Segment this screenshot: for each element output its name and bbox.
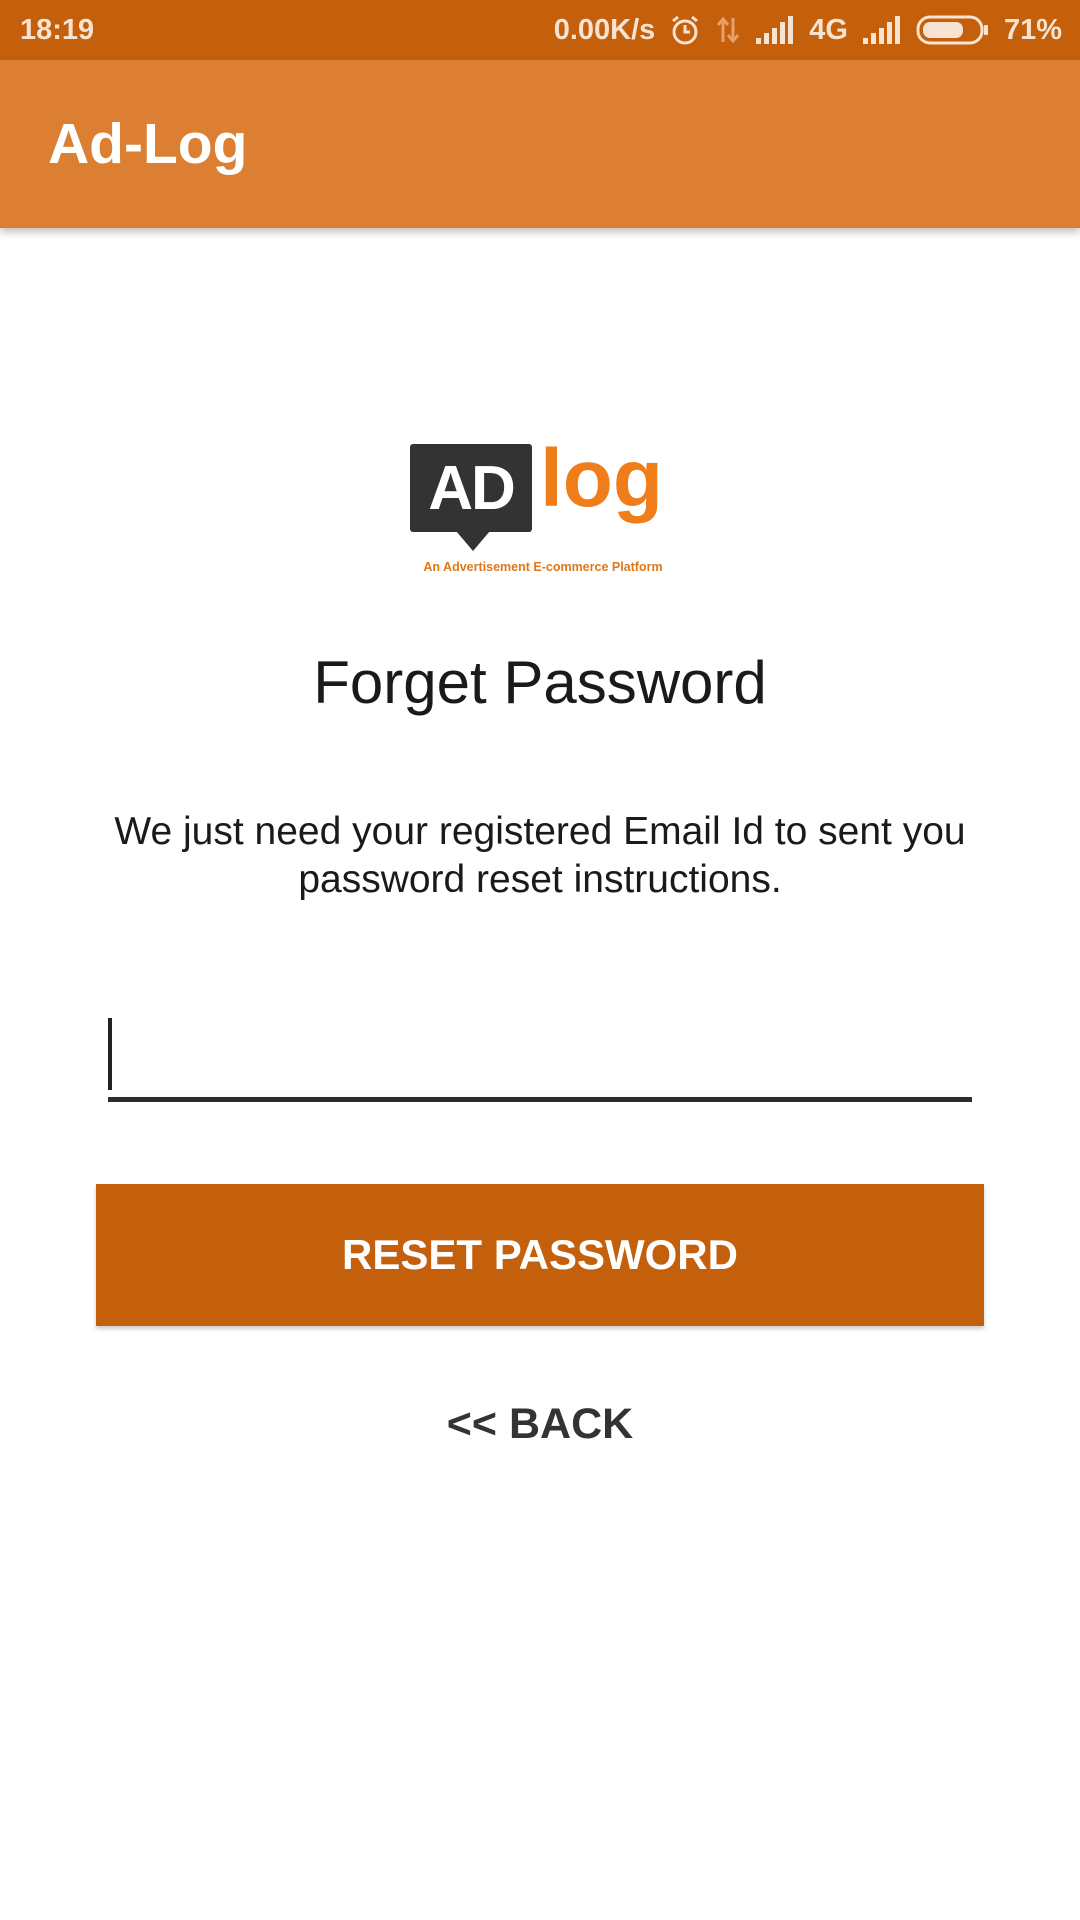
back-button[interactable]: << BACK (0, 1400, 1080, 1449)
status-icons: 0.00K/s 4G 71% (554, 14, 1062, 47)
logo-brand-text: log (540, 433, 663, 524)
app-bar: Ad-Log (0, 60, 1080, 228)
battery-icon (916, 15, 990, 45)
page-title: Forget Password (313, 649, 767, 716)
instructions-text: We just need your registered Email Id to… (114, 810, 966, 901)
email-field[interactable] (108, 1010, 972, 1102)
status-time: 18:19 (20, 13, 95, 46)
adlog-logo: AD log An Advertisement E-commerce Platf… (408, 433, 678, 580)
text-cursor (108, 1018, 112, 1090)
logo-tagline: An Advertisement E-commerce Platform (423, 560, 663, 574)
network-type: 4G (809, 13, 848, 46)
reset-password-button[interactable]: RESET PASSWORD (96, 1184, 984, 1326)
data-transfer-icon (715, 14, 741, 46)
alarm-icon (669, 14, 701, 46)
status-bar: 18:19 0.00K/s 4G 71% (0, 0, 1080, 60)
network-speed: 0.00K/s (553, 13, 656, 46)
logo-speech-box: AD (410, 444, 532, 532)
logo-speech-tail (456, 531, 490, 551)
battery-percent: 71% (1003, 13, 1062, 46)
signal-icon (862, 16, 902, 44)
app-title: Ad-Log (48, 112, 248, 176)
signal-icon (755, 16, 795, 44)
